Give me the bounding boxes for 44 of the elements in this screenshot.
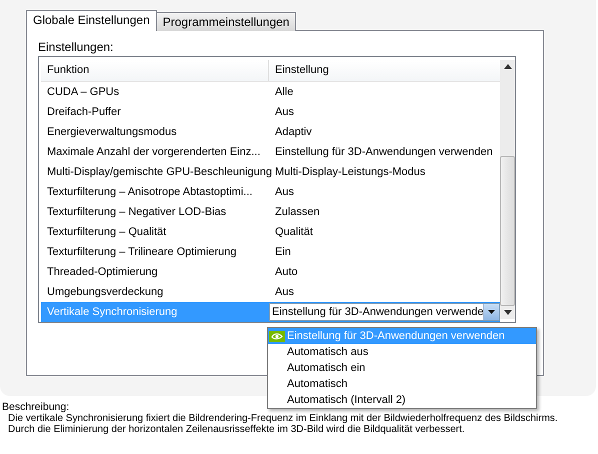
scrollbar[interactable] bbox=[500, 60, 515, 319]
table-cell-text: Umgebungsverdeckung bbox=[46, 286, 164, 298]
table-cell-text: Aus bbox=[274, 106, 294, 118]
table-cell-text: Energieverwaltungsmodus bbox=[46, 126, 178, 138]
table-cell-text: Vertikale Synchronisierung bbox=[46, 306, 178, 318]
dropdown-option[interactable]: Automatisch aus bbox=[268, 344, 536, 360]
description-label: Beschreibung: bbox=[2, 401, 70, 413]
scroll-thumb[interactable] bbox=[500, 156, 515, 306]
selected-row[interactable]: Vertikale Synchronisierung Einstellung für 3D-Anwendungen verwende bbox=[41, 302, 500, 322]
table-cell-text: Texturfilterung – Negativer LOD-Bias bbox=[46, 206, 228, 218]
description-text: Die vertikale Synchronisierung fixiert die Bildrendering-Frequenz im Einklang mit der Bildwiederholfrequenz des Bildschirms. bbox=[7, 413, 558, 424]
table-cell-text: Multi-Display/gemischte GPU-Beschleunigung bbox=[46, 166, 269, 178]
tab[interactable]: Programmeinstellungen bbox=[156, 12, 296, 31]
table-cell-text: Auto bbox=[274, 266, 298, 278]
table-cell-text: Aus bbox=[274, 186, 294, 198]
table-cell-text: Texturfilterung – Anisotrope Abtastoptimi... bbox=[46, 186, 254, 198]
table-cell-text: Dreifach-Puffer bbox=[46, 106, 122, 118]
settings-label: Einstellungen: bbox=[38, 40, 114, 56]
table-cell-text: Qualität bbox=[274, 226, 313, 238]
description-text: Durch die Eliminierung der horizontalen Zeilenausrisseffekte im 3D-Bild wird die Bildqualität verbessert. bbox=[7, 424, 465, 435]
table-cell-text: Threaded-Optimierung bbox=[46, 266, 159, 278]
table-cell-text: Multi-Display-Leistungs-Modus bbox=[274, 166, 426, 178]
table-cell-text: Ein bbox=[274, 246, 291, 258]
table-cell-text: Einstellung für 3D-Anwendungen verwenden bbox=[274, 146, 493, 158]
table-cell-text: Maximale Anzahl der vorgerenderten Einz... bbox=[46, 146, 262, 158]
column-header[interactable]: Funktion bbox=[41, 60, 269, 81]
table-cell-text: CUDA – GPUs bbox=[46, 86, 120, 98]
table-cell-text: Alle bbox=[274, 86, 294, 98]
table-cell-text: Aus bbox=[274, 286, 294, 298]
combo-value: Einstellung für 3D-Anwendungen verwende bbox=[271, 305, 483, 320]
dropdown-option[interactable]: Automatisch bbox=[268, 376, 536, 392]
table-cell-text: Adaptiv bbox=[274, 126, 312, 138]
column-header[interactable]: Einstellung bbox=[269, 60, 329, 81]
dropdown-option[interactable]: Automatisch (Intervall 2) bbox=[268, 392, 536, 408]
dropdown-button[interactable] bbox=[483, 304, 499, 320]
scroll-up-icon[interactable] bbox=[504, 64, 512, 69]
scroll-down-icon[interactable] bbox=[504, 310, 512, 315]
table-cell-text: Zulassen bbox=[274, 206, 320, 218]
caret-icon bbox=[488, 310, 495, 314]
setting-combo[interactable]: Einstellung für 3D-Anwendungen verwende bbox=[269, 303, 500, 321]
table-cell-text: Texturfilterung – Qualität bbox=[46, 226, 168, 238]
dropdown-option[interactable]: Automatisch ein bbox=[268, 360, 536, 376]
table-cell-text: Texturfilterung – Trilineare Optimierung bbox=[46, 246, 238, 258]
tab[interactable]: Globale Einstellungen bbox=[26, 10, 157, 31]
